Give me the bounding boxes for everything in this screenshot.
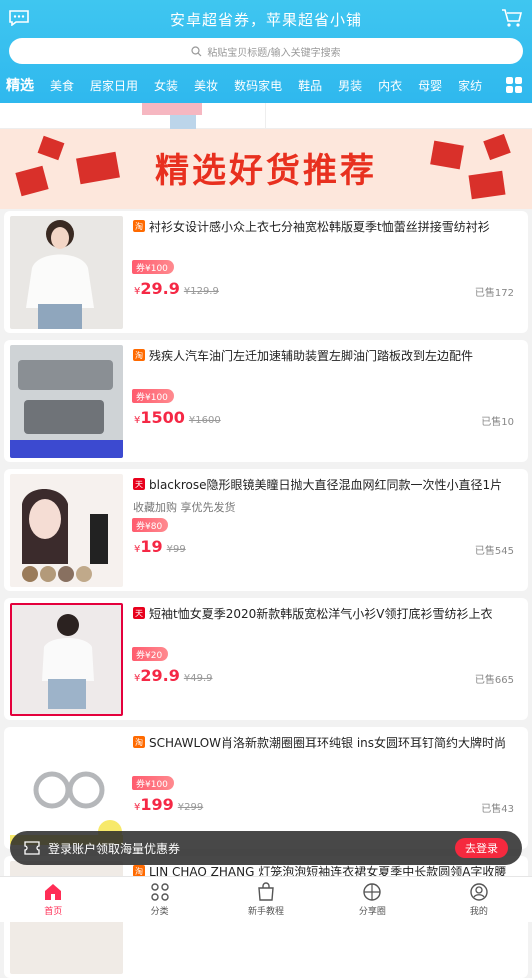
product-card[interactable]: 天短袖t恤女夏季2020新款韩版宽松洋气小衫V领打底衫雪纺衫上衣券¥20 ¥29.… [4, 598, 528, 720]
tab-share-circle[interactable]: 分享圈 [319, 877, 425, 922]
product-title: 短袖t恤女夏季2020新款韩版宽松洋气小衫V领打底衫雪纺衫上衣 [149, 606, 493, 621]
login-button[interactable]: 去登录 [455, 838, 508, 858]
product-card[interactable]: 淘衬衫女设计感小众上衣七分袖宽松韩版夏季t恤蕾丝拼接雪纺衬衫券¥100 ¥29.9… [4, 211, 528, 333]
product-thumbnail[interactable] [10, 474, 123, 587]
taobao-icon: 淘 [133, 220, 145, 232]
product-subtitle: 收藏加购 享优先发货 [133, 501, 236, 514]
tab-5[interactable]: 数码家电 [226, 77, 290, 94]
coupon-badge: 券¥20 [132, 647, 169, 661]
coupon-badge: 券¥100 [132, 389, 174, 403]
tab-label: 我的 [469, 907, 488, 917]
sold-count: 已售172 [474, 288, 514, 299]
search-placeholder: 粘贴宝贝标题/输入关键字搜索 [207, 47, 341, 59]
search-input[interactable]: 粘贴宝贝标题/输入关键字搜索 [9, 38, 523, 64]
coupon-badge: 券¥80 [132, 518, 169, 532]
product-title: 衬衫女设计感小众上衣七分袖宽松韩版夏季t恤蕾丝拼接雪纺衬衫 [149, 219, 490, 234]
original-price: ¥299 [177, 802, 204, 813]
product-thumbnail[interactable] [10, 732, 123, 845]
original-price: ¥129.9 [183, 286, 219, 297]
tmall-icon: 天 [133, 478, 145, 490]
tab-2[interactable]: 居家日用 [82, 77, 146, 94]
bottom-tab-bar: 首页 分类 新手教程 分享圈 我的 [0, 876, 532, 922]
coupon-badge: 券¥100 [132, 776, 174, 790]
tab-3[interactable]: 女装 [146, 77, 186, 94]
product-title: blackrose隐形眼镜美瞳日抛大直径混血网红同款一次性小直径1片 [149, 477, 503, 492]
product-card[interactable]: 天 blackrose隐形眼镜美瞳日抛大直径混血网红同款一次性小直径1片收藏加购 … [4, 469, 528, 591]
tab-label: 新手教程 [248, 907, 285, 917]
product-title: 残疾人汽车油门左迁加速辅助装置左脚油门踏板改到左边配件 [149, 348, 474, 363]
product-thumbnail[interactable] [10, 216, 123, 329]
login-prompt-text: 登录账户领取海量优惠券 [48, 841, 181, 856]
taobao-icon: 淘 [133, 349, 145, 361]
product-title-row: 淘衬衫女设计感小众上衣七分袖宽松韩版夏季t恤蕾丝拼接雪纺衬衫 [133, 217, 513, 235]
product-title-row: 淘残疾人汽车油门左迁加速辅助装置左脚油门踏板改到左边配件 [133, 346, 513, 364]
tab-home[interactable]: 首页 [0, 877, 106, 922]
category-tabs: 精选 美食 居家日用 女装 美妆 数码家电 鞋品 男装 内衣 母婴 家纺 [0, 70, 532, 100]
grid-cell [0, 103, 266, 129]
tab-7[interactable]: 男装 [330, 77, 370, 94]
tab-0[interactable]: 精选 [0, 75, 42, 95]
tab-category[interactable]: 分类 [106, 877, 212, 922]
banner-title: 精选好货推荐 [155, 151, 377, 191]
header: 安卓超省券，苹果超省小铺 粘贴宝贝标题/输入关键字搜索 精选 美食 居家日用 女装 美妆… [0, 0, 532, 103]
coupon-badge: 券¥100 [132, 260, 174, 274]
tab-label: 分享圈 [358, 907, 386, 917]
sold-count: 已售545 [474, 546, 514, 557]
price-value: 19 [140, 537, 163, 556]
bag-icon [258, 882, 274, 901]
app-title: 安卓超省券，苹果超省小铺 [169, 11, 362, 29]
category-icon [150, 883, 169, 901]
price-value: 199 [140, 795, 174, 814]
tab-profile[interactable]: 我的 [426, 877, 532, 922]
product-price: ¥29.9 ¥49.9 [134, 666, 213, 685]
sold-count: 已售10 [481, 417, 514, 428]
original-price: ¥49.9 [183, 673, 213, 684]
tmall-icon: 天 [133, 607, 145, 619]
tab-1[interactable]: 美食 [42, 77, 82, 94]
login-prompt-bar: 登录账户领取海量优惠券 去登录 [10, 831, 522, 865]
price-value: 1500 [140, 408, 185, 427]
previous-grid-strip [0, 103, 532, 129]
tab-6[interactable]: 鞋品 [290, 77, 330, 94]
coupon-icon [24, 841, 40, 855]
tab-tutorial[interactable]: 新手教程 [213, 877, 319, 922]
product-card[interactable]: 淘残疾人汽车油门左迁加速辅助装置左脚油门踏板改到左边配件券¥100 ¥1500 ¥1… [4, 340, 528, 462]
product-title-row: 天 blackrose隐形眼镜美瞳日抛大直径混血网红同款一次性小直径1片 [133, 475, 513, 493]
product-title-row: 天短袖t恤女夏季2020新款韩版宽松洋气小衫V领打底衫雪纺衫上衣 [133, 604, 513, 622]
product-price: ¥1500 ¥1600 [134, 408, 221, 427]
sold-count: 已售43 [481, 804, 514, 815]
product-price: ¥19 ¥99 [134, 537, 186, 556]
original-price: ¥99 [166, 544, 186, 555]
grid-menu-icon[interactable] [506, 77, 522, 93]
sold-count: 已售665 [474, 675, 514, 686]
cart-icon[interactable] [501, 8, 523, 28]
tab-label: 首页 [44, 907, 63, 917]
product-image-fragment [142, 103, 202, 129]
product-thumbnail[interactable] [10, 603, 123, 716]
price-value: 29.9 [140, 666, 180, 685]
product-price: ¥199 ¥299 [134, 795, 204, 814]
product-title-row: 淘 SCHAWLOW肖洛新款潮圈圈耳环纯银 ins女圆环耳钉简约大牌时尚 [133, 733, 513, 751]
search-icon [191, 45, 202, 56]
aperture-icon [363, 883, 382, 901]
featured-banner: 精选好货推荐 [0, 129, 532, 209]
product-price: ¥29.9 ¥129.9 [134, 279, 219, 298]
tab-9[interactable]: 母婴 [410, 77, 450, 94]
original-price: ¥1600 [188, 415, 221, 426]
product-thumbnail[interactable] [10, 345, 123, 458]
tab-10[interactable]: 家纺 [450, 77, 490, 94]
tab-label: 分类 [150, 907, 169, 917]
product-title: SCHAWLOW肖洛新款潮圈圈耳环纯银 ins女圆环耳钉简约大牌时尚 [149, 735, 507, 750]
tab-8[interactable]: 内衣 [370, 77, 410, 94]
user-icon [470, 883, 488, 901]
taobao-icon: 淘 [133, 736, 145, 748]
price-value: 29.9 [140, 279, 180, 298]
tab-4[interactable]: 美妆 [186, 77, 226, 94]
home-icon [45, 884, 62, 900]
